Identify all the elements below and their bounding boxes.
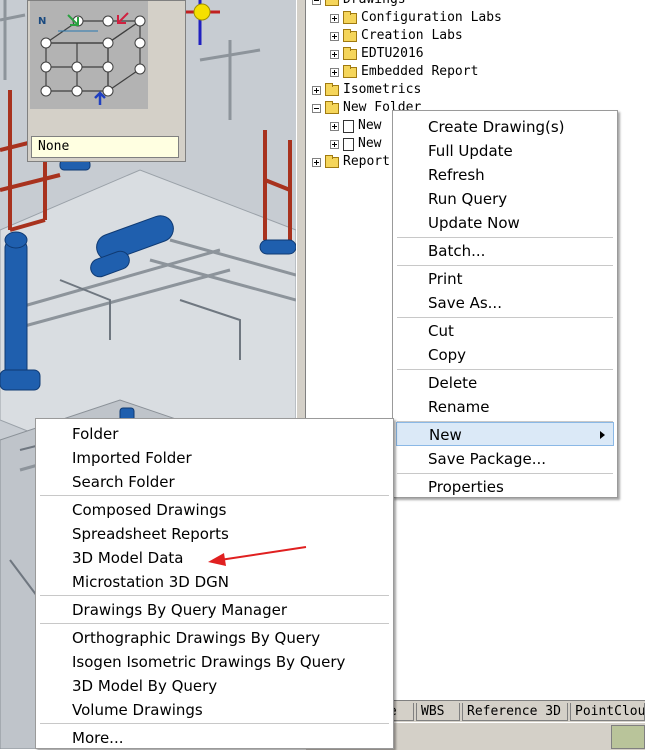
menu-item-delete[interactable]: Delete [393, 371, 617, 395]
menu-separator [397, 369, 613, 370]
tree-item-label: Configuration Labs [361, 10, 502, 25]
tree-item[interactable]: Report [312, 153, 390, 171]
tree-item[interactable]: Embedded Report [330, 63, 478, 81]
new-submenu: Folder Imported Folder Search Folder Com… [35, 418, 394, 749]
menu-separator [40, 495, 389, 496]
tab-pointcloud[interactable]: PointClou [570, 703, 645, 721]
submenu-item-composed-drawings[interactable]: Composed Drawings [36, 498, 393, 522]
submenu-item-volume-drawings[interactable]: Volume Drawings [36, 698, 393, 722]
expand-icon[interactable] [330, 49, 339, 59]
tree-item[interactable]: New [330, 135, 381, 153]
view-cube[interactable]: N [30, 1, 148, 109]
tree-item-label: New [358, 136, 382, 151]
submenu-item-drawings-by-query-manager[interactable]: Drawings By Query Manager [36, 598, 393, 622]
folder-icon [325, 0, 339, 6]
tree-item[interactable]: Configuration Labs [330, 9, 502, 27]
folder-icon [325, 82, 339, 96]
tree-item[interactable]: EDTU2016 [330, 45, 424, 63]
menu-separator [397, 473, 613, 474]
named-view-field[interactable]: None [31, 136, 179, 158]
menu-item-new-label: New [429, 426, 462, 444]
menu-item-create-drawings[interactable]: Create Drawing(s) [393, 115, 617, 139]
menu-item-run-query[interactable]: Run Query [393, 187, 617, 211]
menu-separator [397, 317, 613, 318]
view-cube-graphic [40, 12, 146, 105]
submenu-item-3d-model-by-query[interactable]: 3D Model By Query [36, 674, 393, 698]
folder-icon [325, 154, 339, 168]
tab-wbs[interactable]: WBS [416, 703, 460, 721]
menu-item-update-now[interactable]: Update Now [393, 211, 617, 235]
menu-item-rename[interactable]: Rename [393, 395, 617, 419]
tree-item-label: New [358, 118, 382, 133]
menu-item-batch[interactable]: Batch... [393, 239, 617, 263]
tree-item-label: EDTU2016 [361, 46, 424, 61]
view-cube-panel: N None [27, 0, 186, 162]
tree-item[interactable]: Isometrics [312, 81, 421, 99]
collapse-icon[interactable] [312, 0, 321, 5]
tree-item-label: Report [343, 154, 390, 169]
expand-icon[interactable] [330, 67, 339, 77]
submenu-item-search-folder[interactable]: Search Folder [36, 470, 393, 494]
menu-item-copy[interactable]: Copy [393, 343, 617, 367]
menu-item-properties[interactable]: Properties [393, 475, 617, 499]
folder-icon [343, 10, 357, 24]
expand-icon[interactable] [330, 13, 339, 23]
menu-item-save-as[interactable]: Save As... [393, 291, 617, 315]
menu-item-cut[interactable]: Cut [393, 319, 617, 343]
status-thumbnail [611, 725, 645, 749]
menu-item-refresh[interactable]: Refresh [393, 163, 617, 187]
menu-item-new[interactable]: New [396, 422, 614, 446]
menu-separator [40, 623, 389, 624]
submenu-item-folder[interactable]: Folder [36, 422, 393, 446]
expand-icon[interactable] [312, 157, 321, 167]
submenu-item-isogen-isometric-drawings-by-query[interactable]: Isogen Isometric Drawings By Query [36, 650, 393, 674]
tree-context-menu: Create Drawing(s) Full Update Refresh Ru… [392, 110, 618, 498]
menu-item-full-update[interactable]: Full Update [393, 139, 617, 163]
menu-item-print[interactable]: Print [393, 267, 617, 291]
expand-icon[interactable] [330, 31, 339, 41]
expand-icon[interactable] [330, 139, 339, 149]
submenu-item-microstation-3d-dgn[interactable]: Microstation 3D DGN [36, 570, 393, 594]
folder-icon [325, 100, 339, 114]
folder-icon [343, 46, 357, 60]
menu-separator [40, 595, 389, 596]
menu-separator [40, 723, 389, 724]
tree-item[interactable]: Drawings [312, 0, 406, 9]
folder-icon [343, 64, 357, 78]
compass-north-label: N [38, 16, 47, 27]
tree-item-label: Embedded Report [361, 64, 479, 79]
tree-item[interactable]: New [330, 117, 381, 135]
submenu-item-more[interactable]: More... [36, 726, 393, 750]
expand-icon[interactable] [312, 85, 321, 95]
collapse-icon[interactable] [312, 103, 321, 113]
menu-item-save-package[interactable]: Save Package... [393, 447, 617, 471]
submenu-item-orthographic-drawings-by-query[interactable]: Orthographic Drawings By Query [36, 626, 393, 650]
tree-item-label: Creation Labs [361, 28, 463, 43]
folder-icon [343, 28, 357, 42]
tree-item-label: Drawings [343, 0, 406, 9]
tree-item[interactable]: Creation Labs [330, 27, 463, 45]
menu-separator [397, 265, 613, 266]
document-icon [343, 137, 354, 151]
submenu-item-3d-model-data[interactable]: 3D Model Data [36, 546, 393, 570]
drawing-document-icon [343, 119, 354, 133]
tree-item-label: Isometrics [343, 82, 422, 97]
tab-reference-3d[interactable]: Reference 3D [462, 703, 568, 721]
expand-icon[interactable] [330, 121, 339, 131]
menu-separator [397, 237, 613, 238]
submenu-arrow-icon [600, 431, 605, 439]
submenu-item-spreadsheet-reports[interactable]: Spreadsheet Reports [36, 522, 393, 546]
submenu-item-imported-folder[interactable]: Imported Folder [36, 446, 393, 470]
